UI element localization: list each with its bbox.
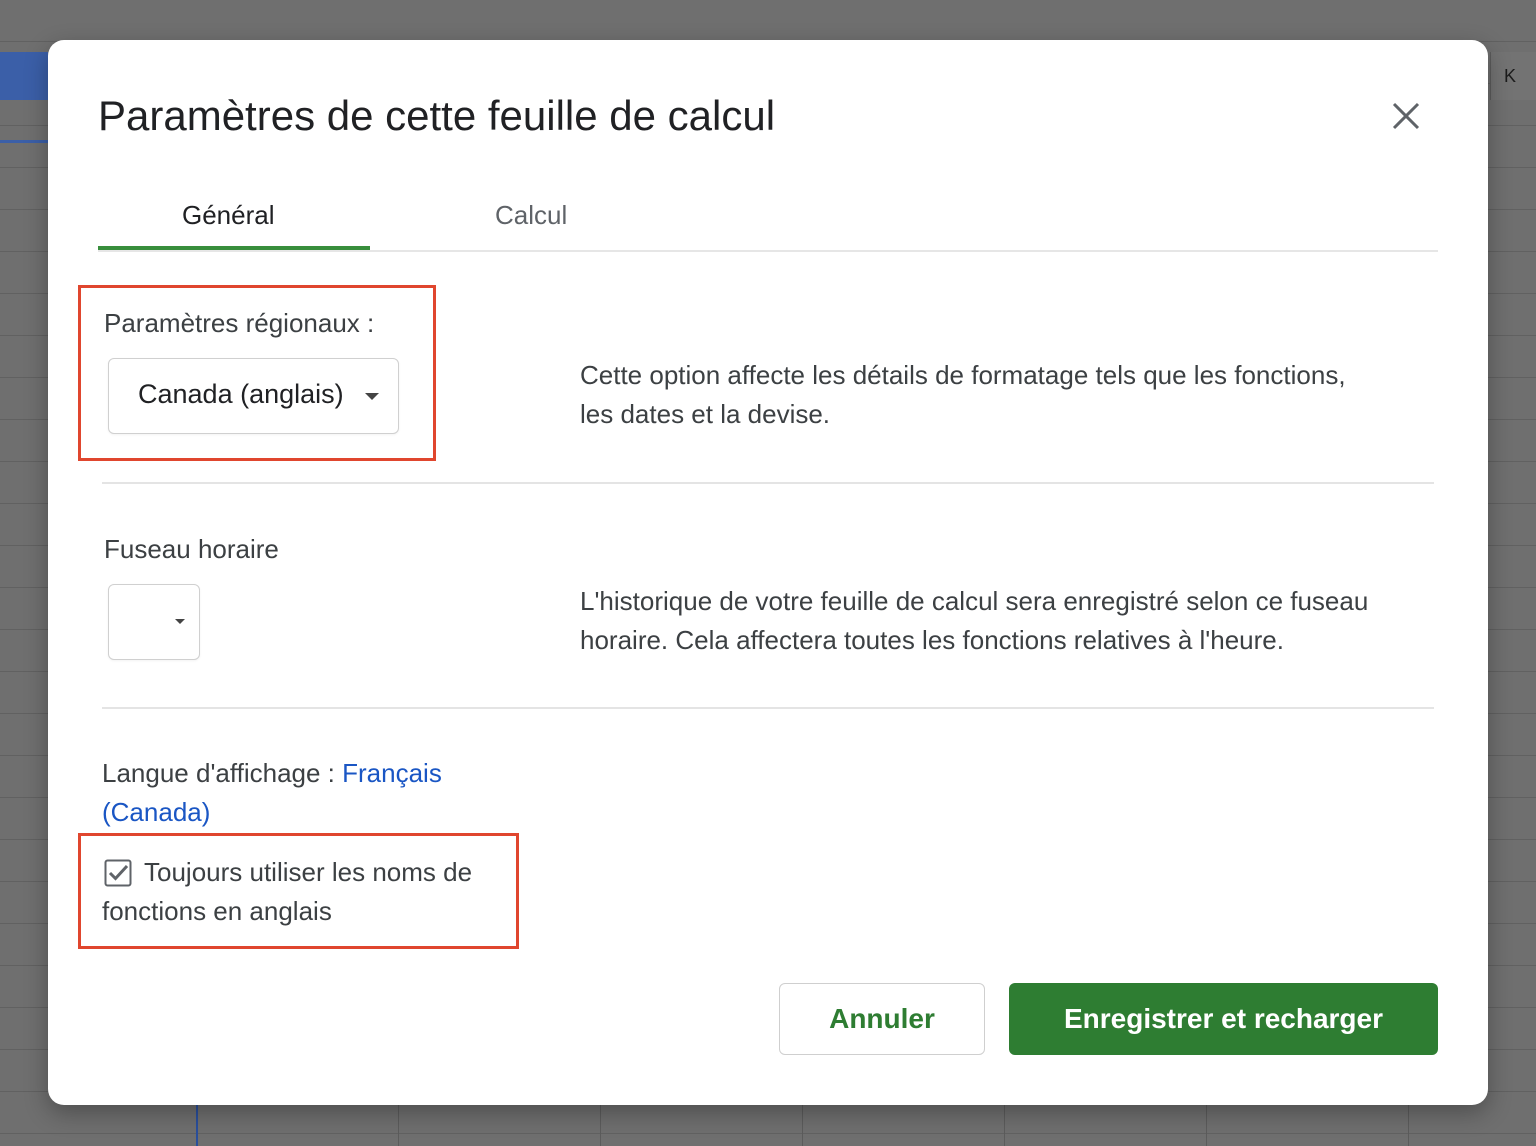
locale-description-line: les dates et la devise. (580, 399, 831, 429)
background-grid-line (1206, 1100, 1207, 1146)
display-language-label: Langue d'affichage : (102, 758, 343, 788)
background-grid-bottom (48, 1100, 1488, 1146)
background-grid-line (1004, 1100, 1005, 1146)
timezone-description-line: L'historique de votre feuille de calcul … (580, 586, 1369, 616)
background-grid-line (196, 1100, 198, 1146)
dialog-title: Paramètres de cette feuille de calcul (98, 92, 776, 139)
tab-bar: Général Calcul (98, 190, 1438, 252)
section-divider (102, 707, 1434, 709)
display-language-link[interactable]: Français (342, 758, 442, 788)
timezone-description-line: horaire. Cela affectera toutes les fonct… (580, 625, 1284, 655)
locale-description: Cette option affecte les détails de form… (580, 356, 1346, 434)
background-grid-line (398, 1100, 399, 1146)
background-grid-line (600, 1100, 601, 1146)
timezone-select[interactable] (108, 584, 200, 660)
function-names-label-line: fonctions en anglais (102, 896, 332, 926)
tab-general[interactable]: Général (182, 200, 275, 231)
background-grid-line (1408, 1100, 1409, 1146)
function-names-label-line: Toujours utiliser les noms de (144, 857, 473, 887)
display-language-link-line2[interactable]: (Canada) (102, 797, 210, 827)
close-icon[interactable] (1388, 98, 1424, 134)
function-names-label: Toujours utiliser les noms de fonctions … (102, 853, 472, 931)
settings-dialog: Paramètres de cette feuille de calcul Gé… (48, 40, 1488, 1105)
background-grid-line (802, 1100, 803, 1146)
selected-cell-indicator (0, 52, 48, 100)
timezone-label: Fuseau horaire (104, 534, 279, 564)
locale-label: Paramètres régionaux : (104, 308, 375, 338)
selected-row-indicator (0, 140, 48, 143)
timezone-description: L'historique de votre feuille de calcul … (580, 582, 1368, 660)
column-header-k: K (1490, 52, 1536, 100)
column-header-label: K (1504, 66, 1517, 86)
cancel-button[interactable]: Annuler (779, 983, 985, 1055)
section-divider (102, 482, 1434, 484)
chevron-down-icon (175, 619, 185, 624)
locale-description-line: Cette option affecte les détails de form… (580, 360, 1346, 390)
locale-select-value: Canada (anglais) (138, 379, 344, 409)
locale-select[interactable]: Canada (anglais) (108, 358, 399, 434)
save-and-reload-button[interactable]: Enregistrer et recharger (1009, 983, 1438, 1055)
active-tab-indicator (98, 246, 370, 250)
tab-calcul[interactable]: Calcul (495, 200, 567, 231)
display-language: Langue d'affichage : Français (Canada) (102, 754, 442, 832)
chevron-down-icon (365, 393, 379, 400)
